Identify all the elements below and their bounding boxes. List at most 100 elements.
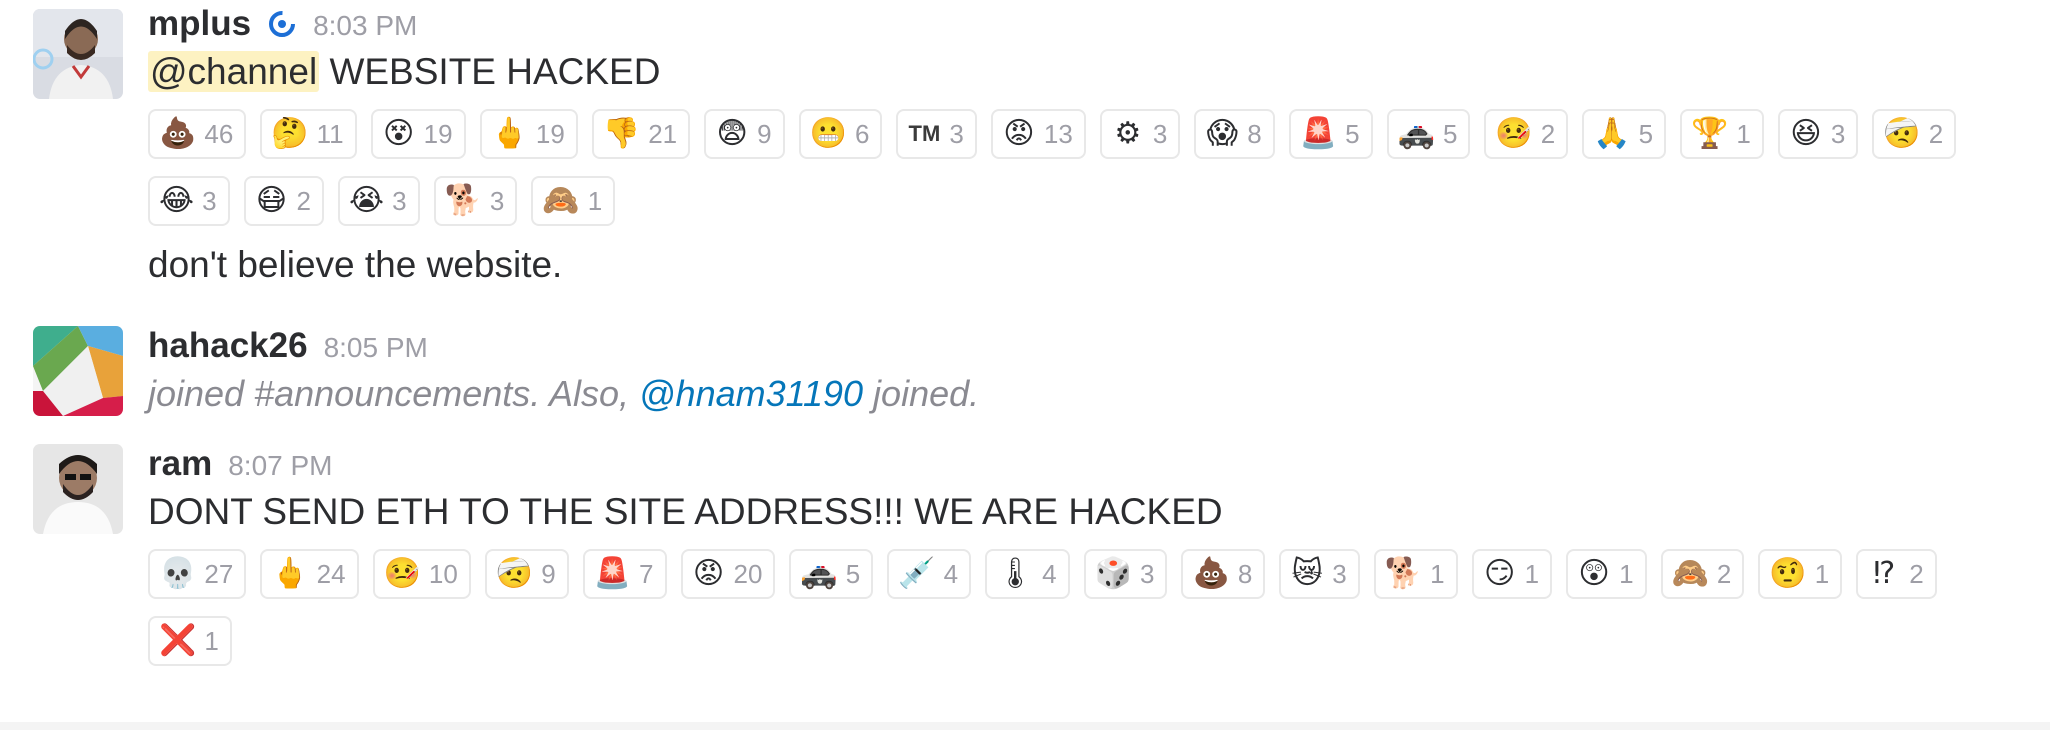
- reaction-button[interactable]: 🌡 4: [985, 549, 1070, 599]
- reaction-count: 19: [535, 118, 565, 149]
- timestamp[interactable]: 8:03 PM: [313, 10, 417, 42]
- reaction-button[interactable]: TM 3: [896, 109, 977, 159]
- timestamp[interactable]: 8:07 PM: [228, 450, 332, 482]
- message-text: @channel WEBSITE HACKED: [148, 48, 2030, 96]
- poop-icon: 💩: [159, 117, 197, 150]
- username-ram[interactable]: ram: [148, 444, 212, 484]
- reaction-button[interactable]: 🙈 1: [531, 176, 616, 226]
- reaction-count: 3: [1140, 558, 1155, 589]
- reaction-count: 3: [202, 185, 217, 216]
- reaction-button[interactable]: 😂 3: [148, 176, 230, 226]
- reaction-button[interactable]: 😷 2: [243, 176, 324, 226]
- user-mention-link[interactable]: @hnam31190: [639, 373, 863, 414]
- channel-mention[interactable]: @channel: [148, 51, 320, 92]
- divider: [0, 722, 2050, 730]
- rotating-light-icon: 🚨: [593, 557, 632, 590]
- reaction-count: 2: [1540, 118, 1556, 149]
- reaction-button[interactable]: 💩 8: [1181, 549, 1266, 599]
- middle-finger-icon: 🖕: [490, 117, 528, 150]
- crying-cat-icon: 😿: [1291, 557, 1323, 590]
- message-text: DONT SEND ETH TO THE SITE ADDRESS!!! WE …: [148, 491, 1223, 532]
- fearful-face-icon: 😨: [716, 117, 748, 150]
- reaction-count: 7: [639, 558, 654, 589]
- reaction-button[interactable]: ❌ 1: [148, 616, 232, 666]
- username-hahack26[interactable]: hahack26: [148, 326, 308, 366]
- reaction-button[interactable]: 🤒 2: [1484, 109, 1569, 159]
- bandaged-face-icon: 🤕: [495, 557, 534, 590]
- reaction-count: 5: [1345, 118, 1360, 149]
- reaction-button[interactable]: 👎 21: [591, 109, 691, 159]
- gear-icon: ⚙: [1114, 117, 1142, 150]
- police-car-icon: 🚓: [1397, 117, 1435, 150]
- reaction-button[interactable]: 😭 3: [338, 176, 420, 226]
- avatar-mplus[interactable]: [33, 9, 123, 99]
- reaction-button[interactable]: 🏆 1: [1680, 109, 1764, 159]
- reaction-count: 19: [423, 118, 453, 149]
- reaction-button[interactable]: 🖕 19: [479, 109, 578, 159]
- reaction-count: 6: [854, 118, 870, 149]
- reaction-button[interactable]: 😡 20: [680, 549, 776, 599]
- reaction-count: 9: [757, 118, 772, 149]
- avatar-ram[interactable]: [33, 444, 123, 534]
- reaction-button[interactable]: 😲 1: [1566, 549, 1647, 599]
- grimacing-face-icon: 😬: [809, 117, 847, 150]
- reaction-button[interactable]: 💉 4: [887, 549, 972, 599]
- reaction-button[interactable]: 😡 13: [990, 109, 1086, 159]
- reaction-count: 1: [587, 185, 603, 216]
- reaction-button[interactable]: 🤕 9: [484, 549, 569, 599]
- astonished-face-icon: 😲: [1578, 557, 1610, 590]
- reaction-button[interactable]: 🚨 5: [1288, 109, 1373, 159]
- reaction-button[interactable]: 😿 3: [1279, 549, 1360, 599]
- reaction-button[interactable]: 🙏 5: [1582, 109, 1667, 159]
- crying-face-icon: 😭: [349, 184, 385, 217]
- reaction-count: 2: [1716, 558, 1732, 589]
- reaction-count: 1: [1430, 558, 1445, 589]
- reaction-button[interactable]: 😱 8: [1194, 109, 1275, 159]
- reaction-button[interactable]: ⚙ 3: [1099, 109, 1181, 159]
- reaction-button[interactable]: 🤒 10: [372, 549, 471, 599]
- followup-message-text: don't believe the website.: [148, 244, 563, 285]
- username-mplus[interactable]: mplus: [148, 4, 251, 44]
- reaction-count: 1: [1524, 558, 1540, 589]
- reaction-count: 5: [1442, 118, 1458, 149]
- reaction-button[interactable]: 💩 46: [148, 109, 247, 159]
- reaction-button[interactable]: 💀 27: [148, 549, 247, 599]
- reaction-bar: 💀 27 🖕 24 🤒 10 🤕 9 🚨 7 😡 20 🚓 5 💉 4 🌡 4 🎲 3 💩 8 😿 3 🐕 1 😏 1 😲 1 🙈 2 🤨 1 ⁉ 2…: [148, 549, 2048, 683]
- reaction-button[interactable]: 🙈 2: [1660, 549, 1745, 599]
- join-notice-text: joined #announcements. Also,: [148, 373, 639, 414]
- reaction-button[interactable]: 😨 9: [704, 109, 785, 159]
- reaction-button[interactable]: 🎲 3: [1083, 549, 1168, 599]
- reaction-count: 13: [1043, 118, 1073, 149]
- reaction-count: 10: [428, 558, 458, 589]
- reaction-button[interactable]: 😆 3: [1777, 109, 1859, 159]
- reaction-button[interactable]: 🖕 24: [260, 549, 359, 599]
- reaction-button[interactable]: 🐕 1: [1373, 549, 1458, 599]
- reaction-count: 2: [1928, 118, 1944, 149]
- reaction-button[interactable]: 😏 1: [1471, 549, 1553, 599]
- syringe-icon: 💉: [898, 557, 936, 590]
- reaction-count: 27: [204, 558, 234, 589]
- this-is-fine-dog-icon: 🐕: [444, 184, 482, 217]
- reaction-button[interactable]: 🚨 7: [582, 549, 667, 599]
- reaction-count: 24: [316, 558, 346, 589]
- game-die-icon: 🎲: [1094, 557, 1132, 590]
- reaction-count: 3: [392, 185, 407, 216]
- timestamp[interactable]: 8:05 PM: [324, 332, 428, 364]
- reaction-button[interactable]: ⁉ 2: [1856, 549, 1937, 599]
- reaction-count: 46: [204, 118, 234, 149]
- thumbs-down-icon: 👎: [602, 117, 641, 150]
- reaction-button[interactable]: 🤕 2: [1872, 109, 1957, 159]
- reaction-button[interactable]: 😵 19: [370, 109, 466, 159]
- reaction-button[interactable]: 🤨 1: [1758, 549, 1843, 599]
- reaction-button[interactable]: 🚓 5: [1386, 109, 1471, 159]
- angry-face-icon: 😡: [692, 557, 725, 590]
- reaction-button[interactable]: 🚓 5: [789, 549, 874, 599]
- reaction-button[interactable]: 🐕 3: [433, 176, 518, 226]
- reaction-button[interactable]: 🤔 11: [260, 109, 357, 159]
- rotating-light-icon: 🚨: [1299, 117, 1338, 150]
- avatar-hahack26[interactable]: [33, 326, 123, 416]
- reaction-button[interactable]: 😬 6: [798, 109, 883, 159]
- reaction-count: 8: [1237, 558, 1253, 589]
- police-car-icon: 🚓: [800, 557, 838, 590]
- message-body: WEBSITE HACKED: [319, 51, 661, 92]
